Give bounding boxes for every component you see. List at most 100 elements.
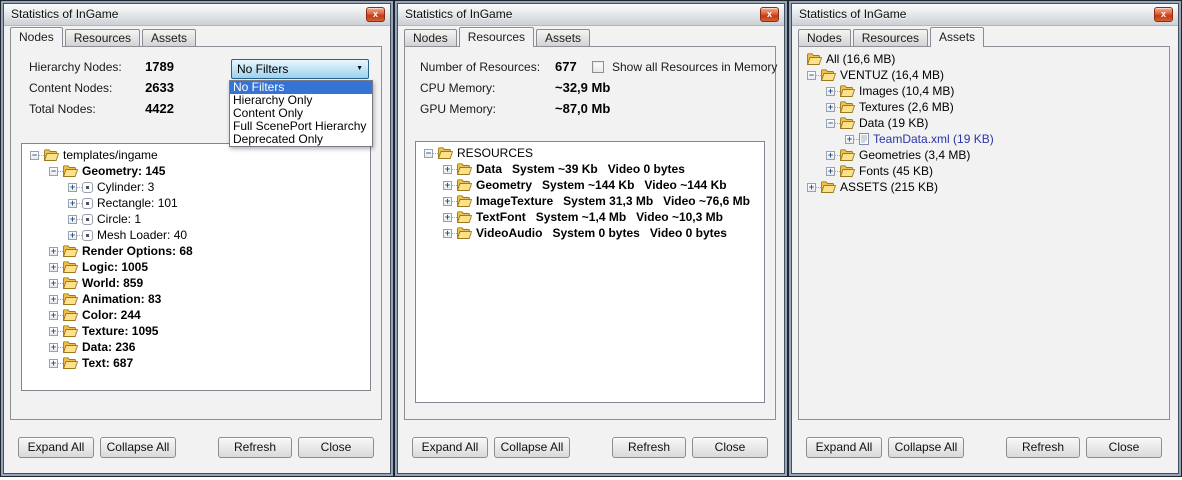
expand-icon[interactable]: + bbox=[443, 213, 452, 222]
close-button[interactable]: Close bbox=[692, 437, 768, 458]
expand-icon[interactable]: + bbox=[807, 183, 816, 192]
tab-nodes[interactable]: Nodes bbox=[404, 29, 457, 46]
close-icon[interactable]: x bbox=[1154, 7, 1173, 22]
resources-tree-panel[interactable]: −RESOURCES+Data System ~39 Kb Video 0 by… bbox=[415, 141, 765, 403]
tree-item-label: Geometry System ~144 Kb Video ~144 Kb bbox=[476, 178, 727, 192]
tree-item[interactable]: + Circle: 1 bbox=[68, 211, 370, 227]
tree-item[interactable]: +Fonts (45 KB) bbox=[826, 163, 1169, 179]
filter-option[interactable]: Deprecated Only bbox=[230, 133, 372, 146]
collapse-icon[interactable]: − bbox=[807, 71, 816, 80]
stat-value: 677 bbox=[555, 59, 577, 74]
tree-item[interactable]: +ASSETS (215 KB) bbox=[807, 179, 1169, 195]
tree-item[interactable]: +Mesh Loader: 40 bbox=[68, 227, 370, 243]
expand-icon[interactable]: + bbox=[49, 359, 58, 368]
collapse-icon[interactable]: − bbox=[30, 151, 39, 160]
tab-assets[interactable]: Assets bbox=[536, 29, 590, 46]
expand-icon[interactable]: + bbox=[49, 327, 58, 336]
tree-item[interactable]: +Data System ~39 Kb Video 0 bytes bbox=[443, 161, 764, 177]
tree-item[interactable]: +Color: 244 bbox=[49, 307, 370, 323]
expand-icon[interactable]: + bbox=[68, 231, 77, 240]
collapse-icon[interactable]: − bbox=[424, 149, 433, 158]
expand-icon[interactable]: + bbox=[68, 183, 77, 192]
expand-icon[interactable]: + bbox=[49, 263, 58, 272]
expand-icon[interactable]: + bbox=[845, 135, 854, 144]
chevron-down-icon: ▼ bbox=[356, 61, 363, 77]
tree-item[interactable]: +Animation: 83 bbox=[49, 291, 370, 307]
tree-item[interactable]: + Text: 687 bbox=[49, 355, 370, 371]
expand-icon[interactable]: + bbox=[49, 343, 58, 352]
expand-icon[interactable]: + bbox=[443, 181, 452, 190]
tree-item[interactable]: + Images (10,4 MB) bbox=[826, 83, 1169, 99]
expand-all-button[interactable]: Expand All bbox=[412, 437, 488, 458]
tree-item-label: Images (10,4 MB) bbox=[859, 84, 954, 98]
collapse-all-button[interactable]: Collapse All bbox=[888, 437, 964, 458]
expand-icon[interactable]: + bbox=[49, 311, 58, 320]
collapse-icon[interactable]: − bbox=[826, 119, 835, 128]
close-button[interactable]: Close bbox=[298, 437, 374, 458]
close-button[interactable]: Close bbox=[1086, 437, 1162, 458]
refresh-button[interactable]: Refresh bbox=[612, 437, 686, 458]
folder-icon bbox=[840, 101, 855, 113]
tree-item[interactable]: +TextFont System ~1,4 Mb Video ~10,3 Mb bbox=[443, 209, 764, 225]
tree-item[interactable]: +ImageTexture System 31,3 Mb Video ~76,6… bbox=[443, 193, 764, 209]
nodes-tree-panel[interactable]: −templates/ingame−Geometry: 145+Cylinder… bbox=[21, 143, 371, 391]
tree-item[interactable]: +Geometries (3,4 MB) bbox=[826, 147, 1169, 163]
collapse-all-button[interactable]: Collapse All bbox=[100, 437, 176, 458]
show-all-resources-checkbox[interactable] bbox=[592, 61, 604, 73]
collapse-all-button[interactable]: Collapse All bbox=[494, 437, 570, 458]
tree-item[interactable]: −Data (19 KB) bbox=[826, 115, 1169, 131]
tree-item[interactable]: +Render Options: 68 bbox=[49, 243, 370, 259]
close-icon[interactable]: x bbox=[366, 7, 385, 22]
expand-icon[interactable]: + bbox=[826, 87, 835, 96]
titlebar[interactable]: Statistics of InGame x bbox=[398, 4, 784, 26]
tab-resources[interactable]: Resources bbox=[65, 29, 140, 46]
tree-item[interactable]: +Logic: 1005 bbox=[49, 259, 370, 275]
expand-all-button[interactable]: Expand All bbox=[18, 437, 94, 458]
expand-icon[interactable]: + bbox=[68, 215, 77, 224]
tab-nodes[interactable]: Nodes bbox=[798, 29, 851, 46]
collapse-icon[interactable]: − bbox=[49, 167, 58, 176]
tree-item[interactable]: +Cylinder: 3 bbox=[68, 179, 370, 195]
titlebar[interactable]: Statistics of InGame x bbox=[792, 4, 1178, 26]
expand-all-button[interactable]: Expand All bbox=[806, 437, 882, 458]
tab-assets[interactable]: Assets bbox=[142, 29, 196, 46]
expand-icon[interactable]: + bbox=[826, 151, 835, 160]
tree-item[interactable]: + Geometry System ~144 Kb Video ~144 Kb bbox=[443, 177, 764, 193]
tree-item-label: Circle: 1 bbox=[97, 212, 141, 226]
expand-icon[interactable]: + bbox=[826, 167, 835, 176]
expand-icon[interactable]: + bbox=[49, 295, 58, 304]
tree-item[interactable]: +World: 859 bbox=[49, 275, 370, 291]
tree-item[interactable]: + Data: 236 bbox=[49, 339, 370, 355]
titlebar[interactable]: Statistics of InGame x bbox=[4, 4, 390, 26]
refresh-button[interactable]: Refresh bbox=[218, 437, 292, 458]
expand-icon[interactable]: + bbox=[68, 199, 77, 208]
tree-item[interactable]: −VENTUZ (16,4 MB) bbox=[807, 67, 1169, 83]
tree-item-label: Rectangle: 101 bbox=[97, 196, 178, 210]
tree-item[interactable]: + Rectangle: 101 bbox=[68, 195, 370, 211]
expand-icon[interactable]: + bbox=[49, 247, 58, 256]
tree-item-label: Data: 236 bbox=[82, 340, 135, 354]
tree-item[interactable]: −Geometry: 145 bbox=[49, 163, 370, 179]
expand-icon[interactable]: + bbox=[443, 229, 452, 238]
tab-assets[interactable]: Assets bbox=[930, 27, 984, 47]
tree-item[interactable]: +VideoAudio System 0 bytes Video 0 bytes bbox=[443, 225, 764, 241]
expand-icon[interactable]: + bbox=[443, 197, 452, 206]
folder-icon bbox=[457, 179, 472, 191]
tab-resources[interactable]: Resources bbox=[459, 27, 534, 47]
tree-item-label: Text: 687 bbox=[82, 356, 133, 370]
filter-dropdown-list[interactable]: No FiltersHierarchy OnlyContent OnlyFull… bbox=[229, 80, 373, 147]
tree-item[interactable]: −templates/ingame bbox=[30, 147, 370, 163]
tree-item[interactable]: +Textures (2,6 MB) bbox=[826, 99, 1169, 115]
tree-item[interactable]: −RESOURCES bbox=[424, 145, 764, 161]
tab-resources[interactable]: Resources bbox=[853, 29, 928, 46]
tab-nodes[interactable]: Nodes bbox=[10, 27, 63, 47]
tree-item[interactable]: +TeamData.xml (19 KB) bbox=[845, 131, 1169, 147]
expand-icon[interactable]: + bbox=[443, 165, 452, 174]
filter-dropdown[interactable]: No Filters ▼ bbox=[231, 59, 369, 79]
tree-item[interactable]: All (16,6 MB) bbox=[807, 51, 1169, 67]
expand-icon[interactable]: + bbox=[826, 103, 835, 112]
tree-item[interactable]: +Texture: 1095 bbox=[49, 323, 370, 339]
refresh-button[interactable]: Refresh bbox=[1006, 437, 1080, 458]
close-icon[interactable]: x bbox=[760, 7, 779, 22]
expand-icon[interactable]: + bbox=[49, 279, 58, 288]
